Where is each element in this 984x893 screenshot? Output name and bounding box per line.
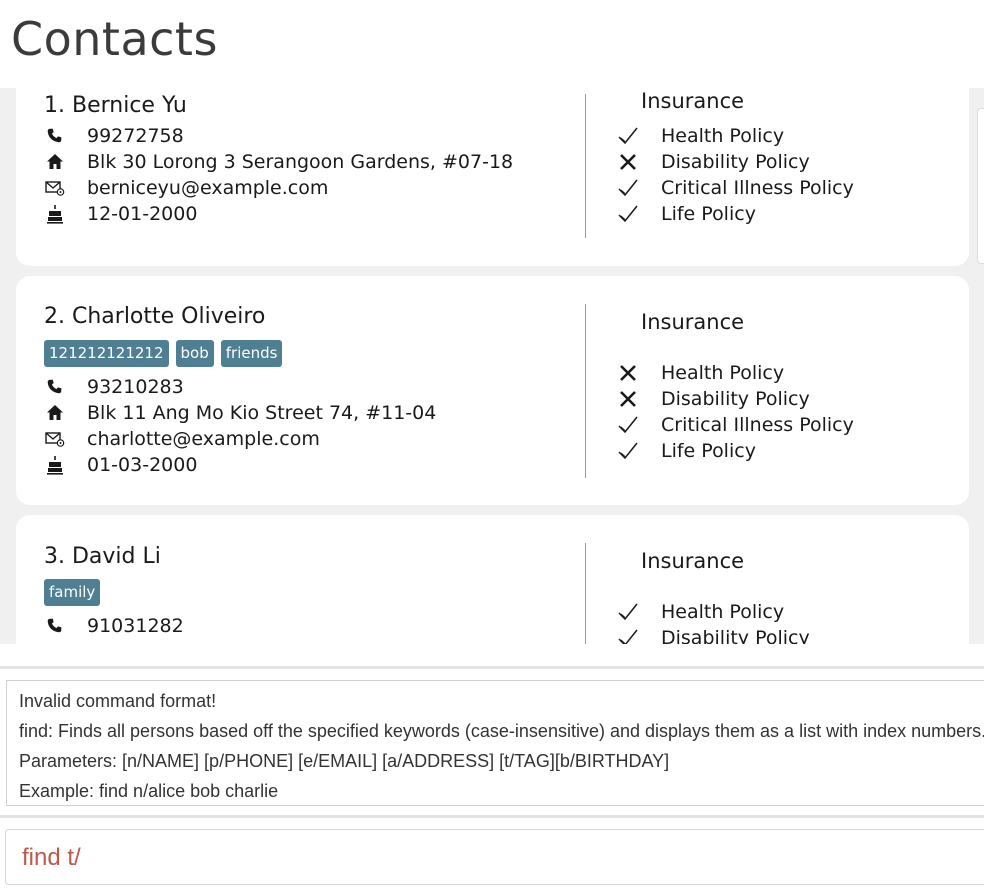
page-title: Contacts bbox=[11, 12, 218, 66]
check-icon bbox=[616, 124, 640, 148]
policy-item: Critical Illness Policy bbox=[616, 413, 854, 437]
command-input-value[interactable]: find t/ bbox=[22, 844, 81, 872]
check-icon bbox=[616, 202, 640, 226]
home-icon bbox=[44, 151, 66, 173]
phone-value: 93210283 bbox=[87, 376, 184, 398]
address-value: Blk 11 Ang Mo Kio Street 74, #11-04 bbox=[87, 402, 437, 424]
check-icon bbox=[616, 626, 640, 644]
check-icon bbox=[616, 176, 640, 200]
cross-icon bbox=[616, 361, 640, 385]
result-line: Invalid command format! bbox=[19, 691, 217, 711]
tag-list: 121212121212 bob friends bbox=[44, 340, 283, 367]
address-field: Blk 30 Lorong 3 Serangoon Gardens, #07-1… bbox=[44, 150, 513, 174]
cross-icon bbox=[616, 150, 640, 174]
divider bbox=[0, 666, 984, 669]
address-value: Blk 30 Lorong 3 Serangoon Gardens, #07-1… bbox=[87, 151, 514, 173]
email-value: charlotte@example.com bbox=[87, 428, 320, 450]
email-field: berniceyu@example.com bbox=[44, 176, 328, 200]
birthday-value: 12-01-2000 bbox=[87, 203, 198, 225]
check-icon bbox=[616, 600, 640, 624]
phone-icon bbox=[44, 125, 66, 147]
person-name: 3. David Li bbox=[44, 544, 161, 569]
command-input[interactable]: find t/ bbox=[5, 829, 984, 885]
email-value: berniceyu@example.com bbox=[87, 177, 329, 199]
tag: bob bbox=[175, 340, 214, 367]
tag: 121212121212 bbox=[44, 340, 169, 367]
card-divider bbox=[585, 304, 586, 478]
phone-icon bbox=[44, 615, 66, 637]
policy-item: Life Policy bbox=[616, 202, 756, 226]
result-line: find: Finds all persons based off the sp… bbox=[19, 721, 984, 741]
birthday-field: 12-01-2000 bbox=[44, 202, 197, 226]
person-card[interactable]: 2. Charlotte Oliveiro 121212121212 bob f… bbox=[16, 276, 969, 505]
result-line: Example: find n/alice bob charlie bbox=[19, 781, 279, 801]
phone-value: 99272758 bbox=[87, 125, 184, 147]
insurance-title: Insurance bbox=[641, 549, 745, 573]
person-name: 2. Charlotte Oliveiro bbox=[44, 304, 266, 329]
policy-item: Life Policy bbox=[616, 439, 756, 463]
birthday-cake-icon bbox=[44, 203, 66, 225]
card-divider bbox=[585, 94, 586, 238]
tag-list: family bbox=[44, 579, 101, 606]
birthday-field: 01-03-2000 bbox=[44, 453, 197, 477]
policy-item: Critical Illness Policy bbox=[616, 176, 854, 200]
home-icon bbox=[44, 402, 66, 424]
card-divider bbox=[585, 543, 586, 644]
result-line: Parameters: [n/NAME] [p/PHONE] [e/EMAIL]… bbox=[19, 751, 670, 771]
policy-item: Disability Policy bbox=[616, 150, 810, 174]
policy-item: Disability Policy bbox=[616, 626, 810, 644]
check-icon bbox=[616, 413, 640, 437]
insurance-title: Insurance bbox=[641, 89, 745, 113]
result-display: Invalid command format! find: Finds all … bbox=[6, 680, 984, 806]
check-icon bbox=[616, 439, 640, 463]
person-name: 1. Bernice Yu bbox=[44, 93, 187, 118]
birthday-value: 01-03-2000 bbox=[87, 454, 198, 476]
person-list[interactable]: 1. Bernice Yu 99272758 Blk 30 Lorong 3 S… bbox=[0, 88, 984, 644]
tag: friends bbox=[220, 340, 283, 367]
phone-icon bbox=[44, 376, 66, 398]
person-card[interactable]: 3. David Li family 91031282 Insurance He… bbox=[16, 515, 969, 644]
tag: family bbox=[44, 579, 101, 606]
policy-item: Disability Policy bbox=[616, 387, 810, 411]
person-card[interactable]: 1. Bernice Yu 99272758 Blk 30 Lorong 3 S… bbox=[16, 88, 969, 266]
policy-item: Health Policy bbox=[616, 600, 784, 624]
phone-field: 99272758 bbox=[44, 124, 184, 148]
email-icon bbox=[44, 428, 66, 450]
email-field: charlotte@example.com bbox=[44, 427, 320, 451]
cross-icon bbox=[616, 387, 640, 411]
birthday-cake-icon bbox=[44, 454, 66, 476]
phone-value: 91031282 bbox=[87, 615, 184, 637]
address-field: Blk 11 Ang Mo Kio Street 74, #11-04 bbox=[44, 401, 436, 425]
phone-field: 91031282 bbox=[44, 614, 184, 638]
title-bar: Contacts bbox=[0, 0, 984, 88]
policy-item: Health Policy bbox=[616, 361, 784, 385]
policy-item: Health Policy bbox=[616, 124, 784, 148]
email-icon bbox=[44, 177, 66, 199]
insurance-title: Insurance bbox=[641, 310, 745, 334]
phone-field: 93210283 bbox=[44, 375, 184, 399]
scrollbar[interactable] bbox=[977, 108, 984, 264]
divider bbox=[0, 815, 984, 818]
